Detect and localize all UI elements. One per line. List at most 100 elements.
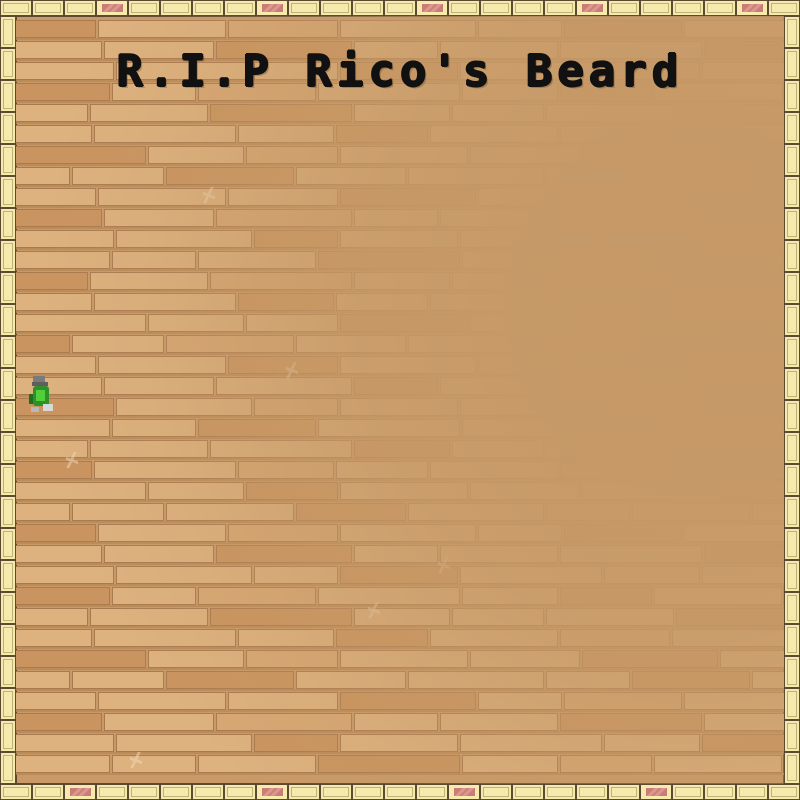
wall-brick: [654, 755, 782, 773]
wall-brick: [430, 125, 558, 143]
wall-brick: [148, 146, 244, 164]
cream-border-tile: [448, 0, 480, 16]
cream-border-tile: [784, 144, 800, 176]
cream-border-tile: [768, 784, 800, 800]
wall-brick: [16, 20, 96, 38]
wall-brick: [560, 713, 702, 731]
wall-brick: [16, 692, 96, 710]
wall-crack: [201, 186, 217, 204]
wall-brick: [478, 692, 562, 710]
wall-brick: [452, 440, 544, 458]
wall-brick: [296, 503, 406, 521]
wall-brick: [16, 125, 92, 143]
wall-brick: [470, 314, 580, 332]
wall-brick: [632, 503, 750, 521]
mortar-line: [16, 458, 784, 460]
cream-border-tile: [0, 464, 16, 496]
wall-crack: [436, 556, 452, 574]
wall-brick: [16, 566, 114, 584]
wall-brick: [16, 461, 92, 479]
wall-brick: [16, 293, 92, 311]
cream-border-tile: [0, 0, 32, 16]
wall-brick: [228, 524, 338, 542]
mortar-line: [16, 206, 784, 208]
cream-border-tile: [784, 624, 800, 656]
wall-brick: [546, 503, 630, 521]
wall-brick: [702, 566, 784, 584]
mortar-line: [16, 479, 784, 481]
wall-brick: [296, 671, 406, 689]
wall-brick: [72, 503, 164, 521]
wall-brick: [440, 209, 558, 227]
wall-brick: [16, 335, 70, 353]
wall-brick: [604, 398, 700, 416]
wall-brick: [90, 608, 208, 626]
wall-brick: [16, 650, 146, 668]
wall-brick: [16, 356, 96, 374]
wall-brick: [238, 461, 334, 479]
wall-brick: [340, 314, 468, 332]
cream-border-tile: [0, 272, 16, 304]
cream-border-tile: [784, 528, 800, 560]
wall-brick: [684, 20, 784, 38]
cream-border-tile: [784, 752, 800, 784]
wall-brick: [238, 629, 334, 647]
wall-brick: [16, 524, 96, 542]
pink-border-tile: [256, 0, 288, 16]
cream-border-tile: [784, 304, 800, 336]
wall-brick: [340, 356, 476, 374]
wall-brick: [582, 482, 718, 500]
cream-border-tile: [96, 784, 128, 800]
wall-brick: [94, 125, 236, 143]
player-head-shadow: [32, 382, 48, 386]
cream-border-tile: [0, 784, 32, 800]
wall-brick: [148, 482, 244, 500]
player-arm: [29, 394, 33, 404]
wall-brick: [546, 167, 630, 185]
mortar-line: [16, 437, 784, 439]
cream-border-tile: [0, 496, 16, 528]
wall-brick: [654, 251, 782, 269]
wall-brick: [460, 230, 602, 248]
wall-brick: [104, 713, 214, 731]
wall-brick: [408, 335, 544, 353]
mortar-line: [16, 500, 784, 502]
wall-brick: [452, 272, 544, 290]
wall-brick: [684, 356, 784, 374]
wall-brick: [296, 167, 406, 185]
wall-brick: [430, 629, 558, 647]
mortar-line: [16, 626, 784, 628]
wall-brick: [72, 167, 164, 185]
wall-brick: [116, 230, 252, 248]
cream-border-tile: [32, 0, 64, 16]
cream-border-tile: [0, 336, 16, 368]
wall-brick: [228, 188, 338, 206]
player-sprite: [29, 376, 53, 412]
wall-brick: [112, 587, 196, 605]
cream-border-tile: [0, 720, 16, 752]
wall-brick: [112, 755, 196, 773]
wall-brick: [546, 671, 630, 689]
mortar-line: [16, 710, 784, 712]
cream-border-tile: [544, 0, 576, 16]
player-foot: [43, 404, 53, 411]
wall-brick: [340, 20, 476, 38]
wall-brick: [16, 671, 70, 689]
wall-brick: [632, 671, 750, 689]
mortar-line: [16, 395, 784, 397]
wall-brick: [676, 104, 784, 122]
wall-brick: [336, 461, 428, 479]
wall-brick: [564, 524, 682, 542]
cream-border-tile: [784, 16, 800, 48]
wall-brick: [560, 377, 702, 395]
wall-brick: [254, 734, 338, 752]
wall-brick: [16, 608, 88, 626]
wall-brick: [340, 398, 458, 416]
wall-brick: [16, 209, 102, 227]
wall-brick: [336, 629, 428, 647]
wall-brick: [148, 314, 244, 332]
wall-brick: [16, 503, 70, 521]
cream-border-tile: [160, 784, 192, 800]
cream-border-tile: [192, 0, 224, 16]
wall-brick: [672, 293, 784, 311]
